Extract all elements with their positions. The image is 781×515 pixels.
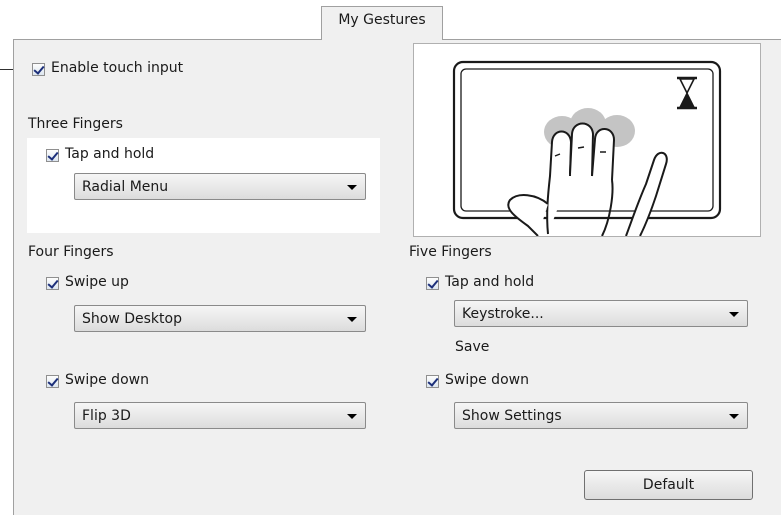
select-value: Keystroke... — [462, 306, 544, 322]
default-button-label: Default — [642, 477, 695, 493]
five-fingers-tap-hold-select[interactable]: Keystroke... — [454, 300, 748, 327]
five-fingers-swipe-down-label[interactable]: Swipe down — [445, 372, 529, 388]
three-fingers-tap-hold-checkbox[interactable] — [46, 149, 59, 162]
gesture-illustration — [413, 43, 761, 237]
tab-my-gestures[interactable]: My Gestures — [321, 6, 443, 40]
hourglass-icon — [677, 76, 697, 110]
enable-touch-label[interactable]: Enable touch input — [51, 60, 183, 76]
enable-touch-checkbox[interactable] — [32, 63, 45, 76]
four-fingers-swipe-down-checkbox[interactable] — [46, 375, 59, 388]
three-fingers-tap-hold-label[interactable]: Tap and hold — [65, 146, 154, 162]
chevron-down-icon — [347, 414, 357, 419]
select-value: Flip 3D — [82, 408, 131, 424]
four-fingers-swipe-up-label[interactable]: Swipe up — [65, 274, 129, 290]
five-fingers-swipe-down-checkbox[interactable] — [426, 375, 439, 388]
select-value: Show Settings — [462, 408, 562, 424]
chevron-down-icon — [347, 185, 357, 190]
default-button[interactable]: Default — [584, 470, 753, 500]
gesture-illustration-svg — [452, 60, 722, 237]
four-fingers-heading: Four Fingers — [28, 244, 114, 260]
four-fingers-swipe-up-select[interactable]: Show Desktop — [74, 305, 366, 332]
three-fingers-tap-hold-select[interactable]: Radial Menu — [74, 173, 366, 200]
four-fingers-swipe-down-select[interactable]: Flip 3D — [74, 402, 366, 429]
select-value: Show Desktop — [82, 311, 182, 327]
chevron-down-icon — [729, 414, 739, 419]
three-fingers-heading: Three Fingers — [28, 116, 123, 132]
tab-label: My Gestures — [338, 12, 426, 28]
chevron-down-icon — [347, 317, 357, 322]
five-fingers-tap-hold-checkbox[interactable] — [426, 277, 439, 290]
five-fingers-swipe-down-select[interactable]: Show Settings — [454, 402, 748, 429]
five-fingers-tap-hold-label[interactable]: Tap and hold — [445, 274, 534, 290]
four-fingers-swipe-down-label[interactable]: Swipe down — [65, 372, 149, 388]
hand-icon — [507, 108, 668, 237]
select-value: Radial Menu — [82, 179, 169, 195]
keystroke-note: Save — [455, 339, 490, 355]
five-fingers-heading: Five Fingers — [409, 244, 492, 260]
four-fingers-swipe-up-checkbox[interactable] — [46, 277, 59, 290]
chevron-down-icon — [729, 312, 739, 317]
